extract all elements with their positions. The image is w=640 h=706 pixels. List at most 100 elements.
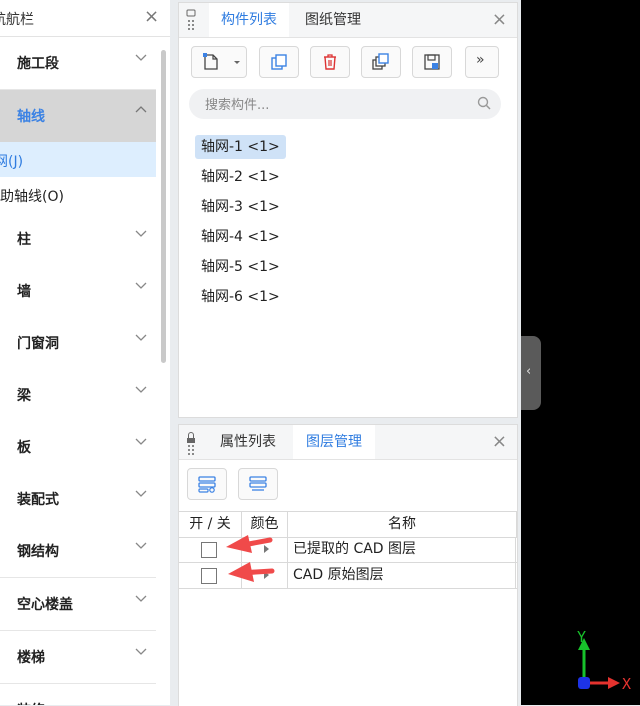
nav-item-wall[interactable]: 墙: [0, 265, 156, 318]
component-list-item[interactable]: 轴网-4 <1>: [195, 225, 286, 249]
navigation-close-button[interactable]: ×: [144, 6, 159, 27]
tab-property-list[interactable]: 属性列表: [220, 425, 290, 459]
copy-to-floor-button[interactable]: [361, 46, 401, 78]
save-component-button[interactable]: [412, 46, 452, 78]
navigation-header: 航航栏 ×: [0, 0, 170, 37]
nav-item-label: 钢结构: [17, 544, 59, 560]
navigation-scrollbar[interactable]: [161, 50, 166, 363]
component-search-input[interactable]: [203, 93, 467, 117]
chevron-down-icon: [135, 648, 147, 655]
copy-component-button[interactable]: [259, 46, 299, 78]
component-list-item[interactable]: 轴网-3 <1>: [195, 195, 286, 219]
nav-item-column[interactable]: 柱: [0, 213, 156, 266]
component-panel-close-button[interactable]: ×: [492, 9, 507, 30]
nav-item-decoration[interactable]: 装修: [0, 684, 156, 705]
chevron-left-icon: ‹: [526, 364, 532, 379]
lock-grip-icon[interactable]: [186, 431, 196, 455]
nav-item-slab[interactable]: 板: [0, 421, 156, 474]
tab-layer-management[interactable]: 图层管理: [293, 425, 375, 459]
dropdown-arrow-icon: [234, 61, 240, 64]
on-off-cell: [179, 563, 242, 588]
navigation-panel: 航航栏 × 施工段 轴线 轴网(J) 辅助轴线(O) 柱 墙 门窗洞 梁 板 装…: [0, 0, 170, 705]
component-search-box: [189, 89, 501, 119]
chevron-down-icon: [135, 334, 147, 341]
toolbar-more-button[interactable]: »: [465, 46, 499, 78]
chevron-down-icon: [135, 542, 147, 549]
nav-sub-item-label: 轴网(J): [0, 154, 24, 170]
drag-grip-icon[interactable]: [186, 9, 196, 33]
layer-stack-icon: [198, 476, 216, 493]
layer-table-header: 开 / 关 颜色 名称: [179, 511, 517, 538]
nav-sub-item-axis-grid[interactable]: 轴网(J): [0, 142, 156, 177]
layer-name: 已提取的 CAD 图层: [288, 537, 516, 562]
nav-item-label: 门窗洞: [17, 336, 59, 352]
chevron-down-icon: [135, 595, 147, 602]
layer-name: CAD 原始图层: [288, 563, 516, 588]
nav-item-door-window-opening[interactable]: 门窗洞: [0, 317, 156, 370]
double-chevron-right-icon: »: [476, 52, 485, 68]
layer-panel-close-button[interactable]: ×: [492, 431, 507, 452]
color-cell: [242, 563, 288, 588]
save-icon: [424, 54, 440, 70]
on-off-cell: [179, 537, 242, 562]
nav-item-axis[interactable]: 轴线: [0, 90, 156, 143]
nav-item-label: 轴线: [17, 109, 45, 125]
chevron-down-icon: [135, 438, 147, 445]
component-list-item[interactable]: 轴网-6 <1>: [195, 285, 286, 309]
navigation-title: 航航栏: [0, 12, 34, 28]
component-list-item[interactable]: 轴网-1 <1>: [195, 135, 286, 159]
chevron-up-icon: [135, 106, 147, 113]
nav-item-label: 板: [17, 440, 31, 456]
nav-item-label: 施工段: [17, 56, 59, 72]
nav-item-stairs[interactable]: 楼梯: [0, 631, 156, 684]
nav-item-construction-section[interactable]: 施工段: [0, 37, 156, 90]
axis-x-label: X: [622, 675, 632, 693]
chevron-down-icon: [135, 282, 147, 289]
property-panel-tabbar: 属性列表 图层管理 ×: [179, 425, 517, 460]
layers-copy-icon: [372, 53, 389, 70]
layer-list-icon: [249, 476, 267, 491]
delete-component-button[interactable]: [310, 46, 350, 78]
table-row[interactable]: 已提取的 CAD 图层: [179, 537, 517, 563]
axis-y-label: Y: [577, 628, 587, 646]
color-cell: [242, 537, 288, 562]
component-list-item[interactable]: 轴网-2 <1>: [195, 165, 286, 189]
nav-sub-item-label: 辅助轴线(O): [0, 189, 64, 205]
component-list-panel: 构件列表 图纸管理 × » 轴网-1 <1> 轴网-2 <1> 轴网-3 <1>…: [178, 2, 518, 418]
layer-visibility-checkbox[interactable]: [201, 568, 217, 584]
search-icon[interactable]: [477, 96, 491, 110]
nav-item-label: 装修: [17, 700, 45, 705]
layer-management-panel: 属性列表 图层管理 × 开 / 关 颜色 名称 已提取的 CAD 图层 CAD …: [178, 424, 518, 706]
chevron-down-icon: [135, 54, 147, 61]
nav-item-label: 楼梯: [17, 650, 45, 666]
expand-arrow-icon[interactable]: [264, 571, 269, 579]
layer-visibility-checkbox[interactable]: [201, 542, 217, 558]
nav-item-hollow-floor[interactable]: 空心楼盖: [0, 578, 156, 631]
nav-sub-item-auxiliary-axis[interactable]: 辅助轴线(O): [0, 177, 156, 212]
tab-component-list[interactable]: 构件列表: [209, 3, 289, 37]
nav-item-label: 墙: [17, 284, 31, 300]
show-original-layers-button[interactable]: [238, 468, 278, 500]
copy-icon: [271, 54, 287, 70]
nav-item-prefabricated[interactable]: 装配式: [0, 473, 156, 526]
show-extracted-layers-button[interactable]: [187, 468, 227, 500]
tab-drawing-management[interactable]: 图纸管理: [305, 3, 375, 37]
column-header-name: 名称: [288, 512, 517, 537]
column-header-color: 颜色: [242, 512, 288, 537]
component-panel-tabbar: 构件列表 图纸管理 ×: [179, 3, 517, 38]
nav-item-label: 空心楼盖: [17, 597, 73, 613]
nav-item-label: 梁: [17, 388, 31, 404]
expand-arrow-icon[interactable]: [264, 545, 269, 553]
chevron-down-icon: [135, 490, 147, 497]
component-list-item[interactable]: 轴网-5 <1>: [195, 255, 286, 279]
nav-item-steel-structure[interactable]: 钢结构: [0, 525, 156, 578]
nav-item-label: 柱: [17, 232, 31, 248]
column-header-on-off: 开 / 关: [179, 512, 242, 537]
trash-icon: [324, 54, 336, 70]
new-component-button[interactable]: [191, 46, 247, 78]
nav-item-beam[interactable]: 梁: [0, 369, 156, 422]
nav-item-label: 装配式: [17, 492, 59, 508]
chevron-down-icon: [135, 230, 147, 237]
table-row[interactable]: CAD 原始图层: [179, 563, 517, 589]
collapse-panel-handle[interactable]: ‹: [521, 336, 541, 410]
